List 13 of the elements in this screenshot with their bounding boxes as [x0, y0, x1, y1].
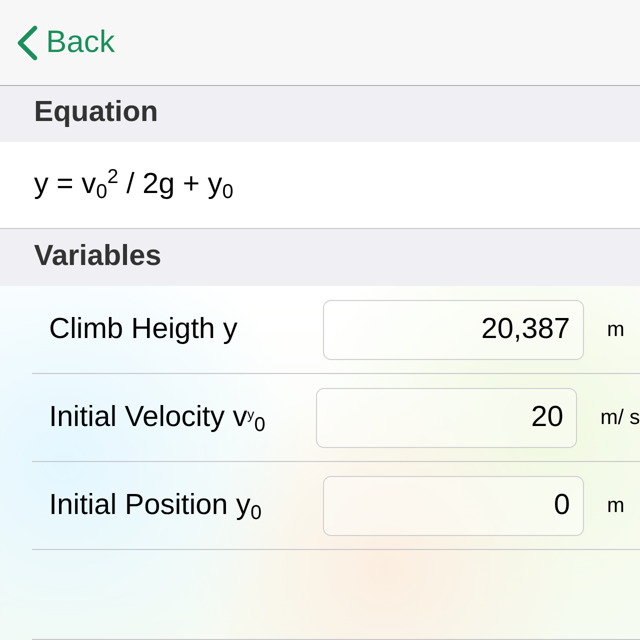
- section-header: Variables: [34, 238, 162, 274]
- variable-label: Initial Position y$_{0}$: [48, 488, 263, 526]
- equation-text: y = v$_{0}$$^{2}$ / 2g + y$_{0}$: [34, 165, 234, 206]
- value-field[interactable]: 20,387: [323, 300, 584, 360]
- value-field[interactable]: 20: [316, 388, 578, 448]
- value-field[interactable]: 0: [323, 476, 584, 536]
- back-button[interactable]: Back: [16, 19, 115, 66]
- unit-label: m: [607, 316, 624, 343]
- unit-label: m/ s: [600, 404, 640, 431]
- variable-label: Climb Heigth y: [48, 312, 239, 347]
- chevron-left-icon: [16, 24, 38, 60]
- unit-label: m: [607, 492, 624, 519]
- section-header: Equation: [34, 94, 158, 130]
